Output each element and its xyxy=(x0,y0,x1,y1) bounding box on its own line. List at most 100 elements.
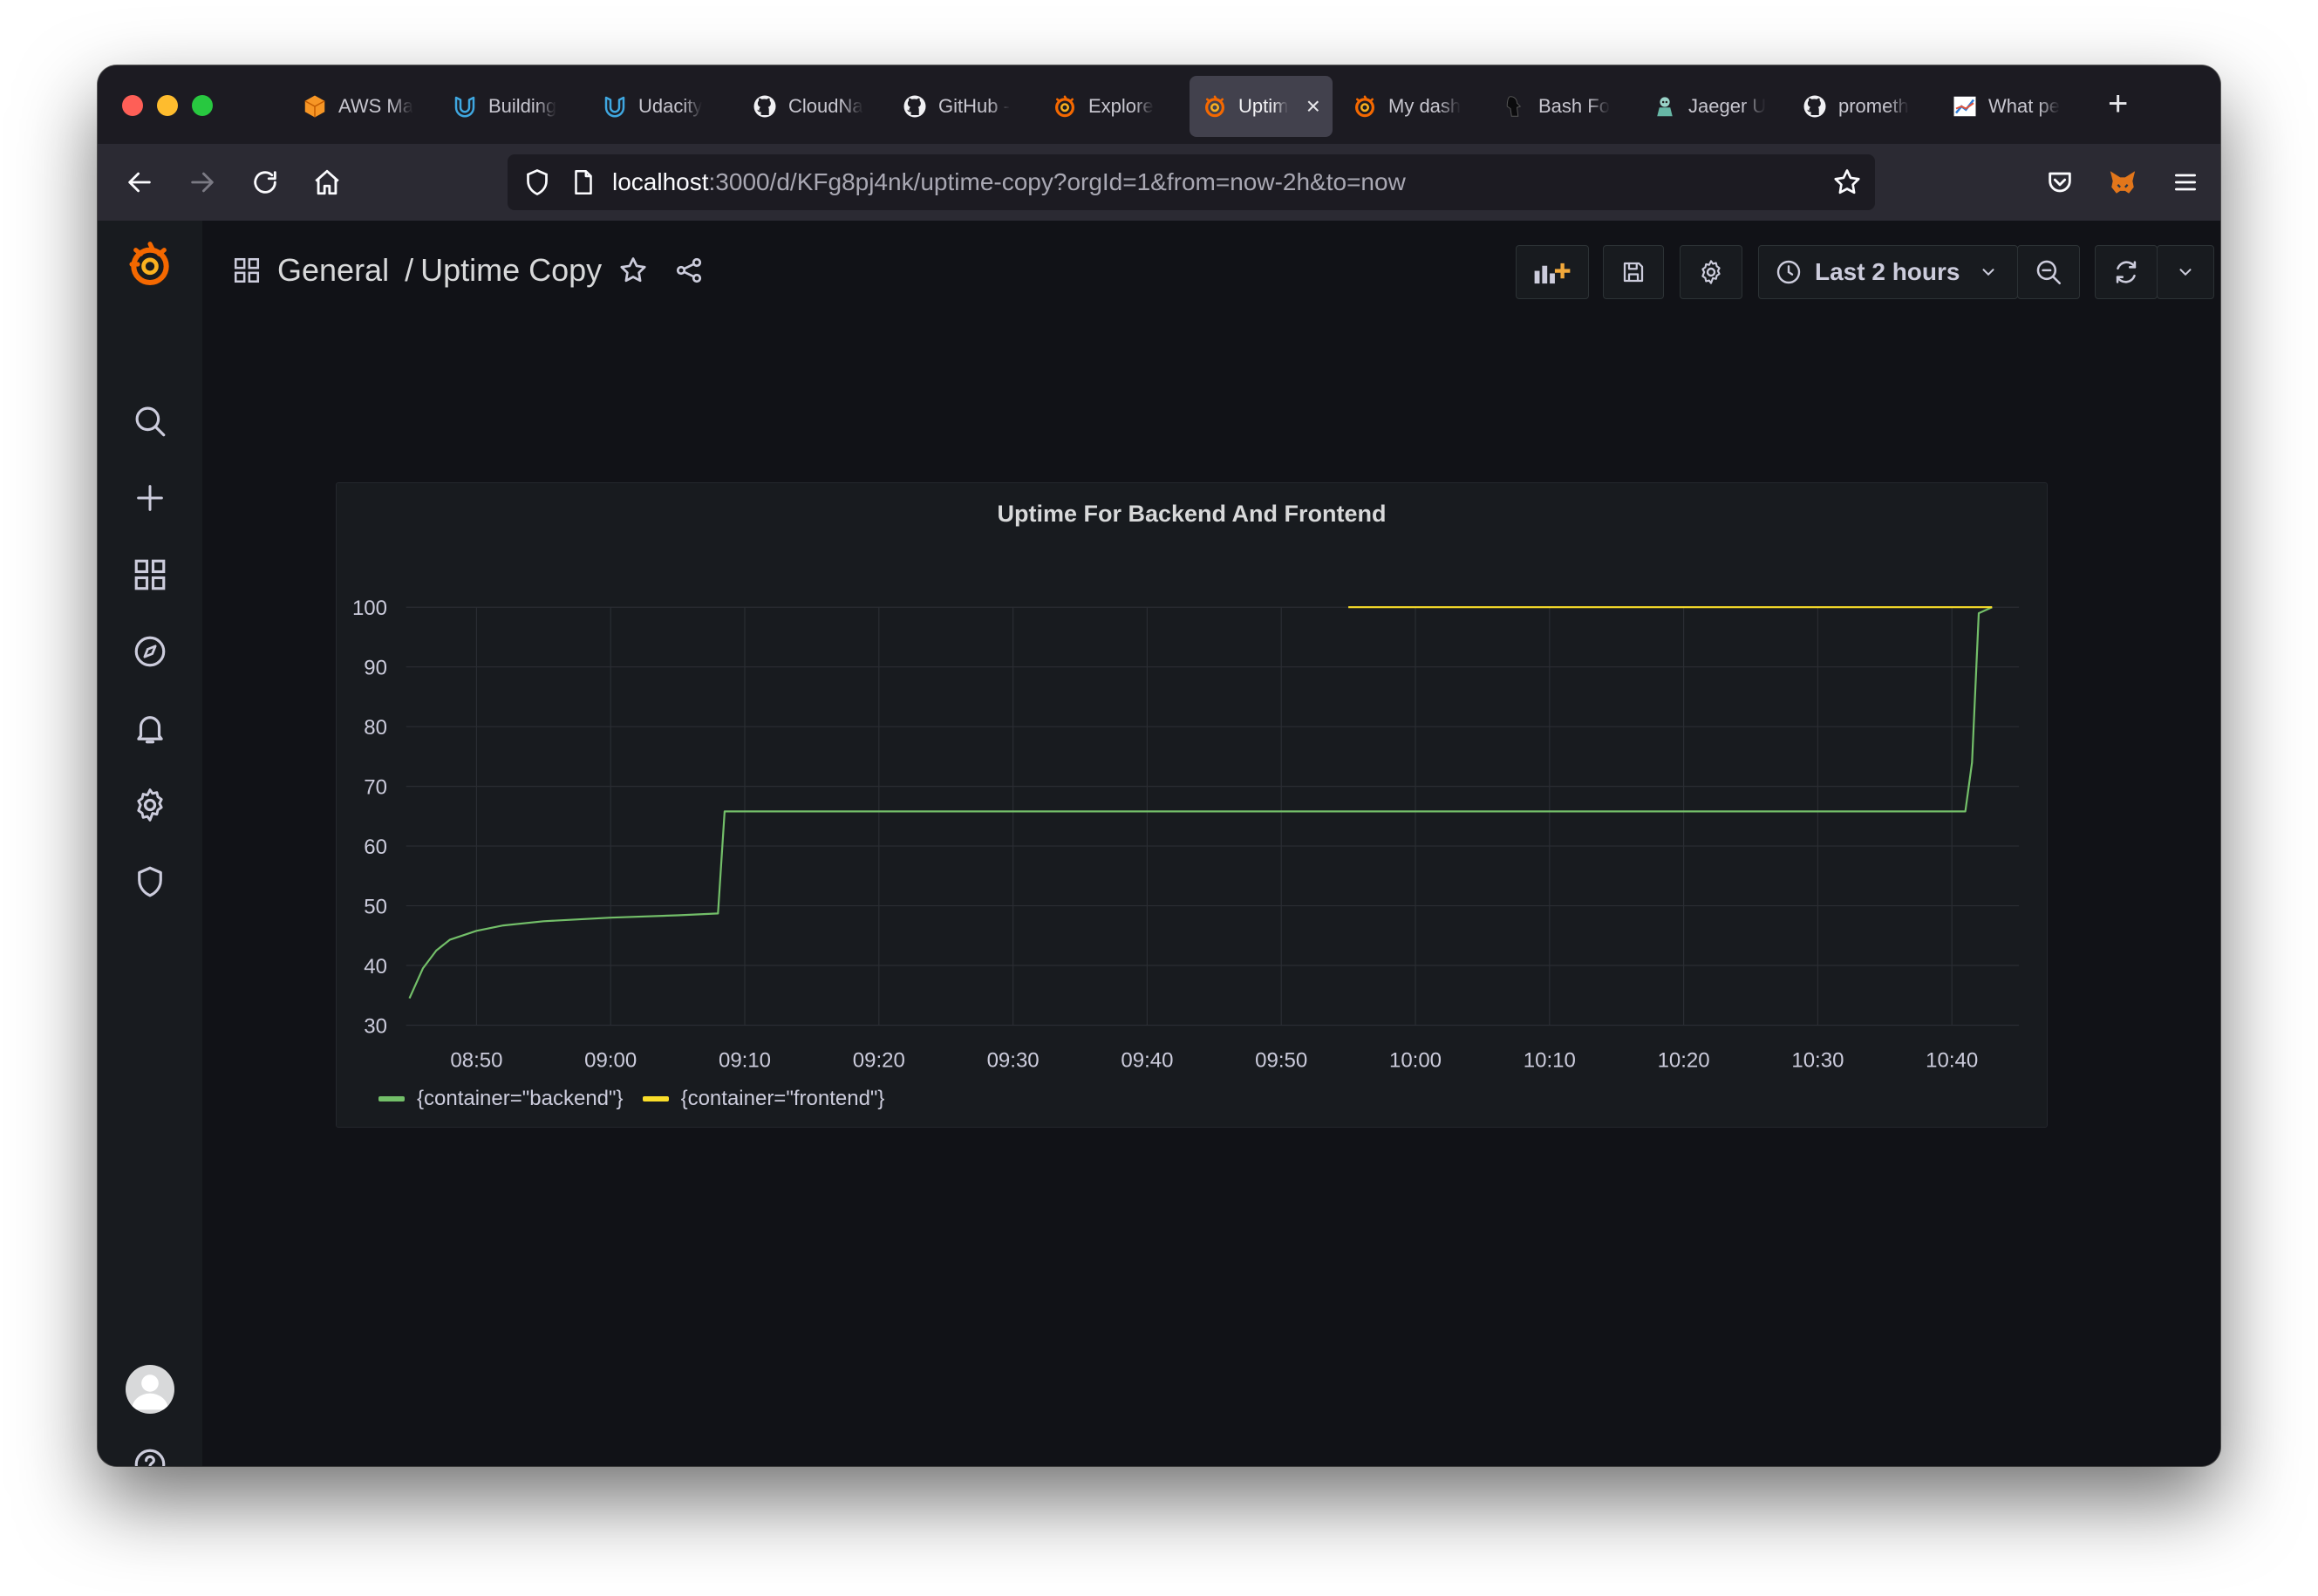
uptime-line-chart[interactable]: 100 90 80 70 60 50 40 30 08:50 09:00 09:10 09:20 09:… xyxy=(337,483,2049,1129)
user-avatar[interactable] xyxy=(126,1365,174,1414)
x-tick-label: 10:20 xyxy=(1658,1048,1710,1072)
explore-compass-icon[interactable] xyxy=(129,631,171,672)
breadcrumb: General / Uptime Copy xyxy=(232,249,705,292)
app-menu-button[interactable] xyxy=(2166,163,2205,201)
x-tick-label: 09:00 xyxy=(584,1048,637,1072)
browser-tab[interactable]: What pe xyxy=(1940,76,2083,137)
y-tick-label: 60 xyxy=(364,836,387,859)
server-admin-shield-icon[interactable] xyxy=(129,861,171,903)
browser-window: AWS Ma Building Udacity CloudNa GitHub - Expl… xyxy=(98,65,2220,1466)
y-tick-label: 100 xyxy=(352,597,387,620)
search-icon[interactable] xyxy=(129,400,171,442)
x-tick-label: 10:40 xyxy=(1926,1048,1978,1072)
back-button[interactable] xyxy=(120,163,159,201)
url-host: localhost xyxy=(612,168,709,195)
legend-swatch-frontend xyxy=(642,1096,669,1102)
save-dashboard-button[interactable] xyxy=(1603,245,1664,299)
browser-tab[interactable]: AWS Ma xyxy=(290,76,433,137)
chart-legend: {container="backend"} {container="fronte… xyxy=(378,1087,903,1111)
folder-link[interactable]: General xyxy=(277,252,389,289)
legend-swatch-backend xyxy=(378,1096,405,1102)
x-tick-label: 09:20 xyxy=(853,1048,905,1072)
x-tick-label: 10:10 xyxy=(1524,1048,1576,1072)
browser-tab[interactable]: CloudNa xyxy=(740,76,883,137)
dashboard-settings-button[interactable] xyxy=(1680,245,1742,299)
browser-tab[interactable]: Jaeger U xyxy=(1640,76,1783,137)
bookmark-star-icon[interactable] xyxy=(1831,167,1863,202)
refresh-icon xyxy=(2116,261,2137,283)
page-title[interactable]: Uptime Copy xyxy=(420,252,602,289)
graph-panel[interactable]: Uptime For Backend And Frontend 100 90 80 7… xyxy=(336,482,2048,1128)
close-window-button[interactable] xyxy=(122,95,143,116)
browser-tab[interactable]: Udacity xyxy=(590,76,733,137)
refresh-interval-dropdown[interactable] xyxy=(2157,245,2214,299)
time-range-picker[interactable]: Last 2 hours xyxy=(1758,245,2018,299)
add-panel-icon xyxy=(1534,263,1571,284)
url-path: :3000/d/KFg8pj4nk/uptime-copy?orgId=1&fr… xyxy=(708,168,1406,195)
pocket-icon xyxy=(2049,172,2071,193)
legend-item-frontend[interactable]: {container="frontend"} xyxy=(642,1087,885,1111)
dashboards-grid-icon[interactable] xyxy=(129,554,171,596)
alerting-bell-icon[interactable] xyxy=(129,707,171,749)
reload-icon xyxy=(254,171,276,194)
help-question-icon[interactable] xyxy=(129,1443,171,1466)
grafana-logo-icon[interactable] xyxy=(124,238,176,290)
aws-cube-icon xyxy=(302,93,328,119)
browser-tab[interactable]: Uptim × xyxy=(1190,76,1333,137)
tracking-shield-icon[interactable] xyxy=(522,167,553,202)
x-tick-label: 10:00 xyxy=(1389,1048,1442,1072)
new-tab-button[interactable]: + xyxy=(2108,85,2128,123)
forward-button[interactable] xyxy=(183,163,222,201)
y-tick-label: 50 xyxy=(364,896,387,919)
browser-tab[interactable]: prometh xyxy=(1790,76,1933,137)
pocket-button[interactable] xyxy=(2041,163,2079,201)
reload-button[interactable] xyxy=(246,163,284,201)
save-icon xyxy=(1623,262,1644,283)
url-text[interactable]: localhost:3000/d/KFg8pj4nk/uptime-copy?o… xyxy=(612,154,1406,210)
arrow-left-icon xyxy=(128,172,151,193)
tab-list: AWS Ma Building Udacity CloudNa GitHub - Expl… xyxy=(290,74,2090,139)
close-tab-icon[interactable]: × xyxy=(1306,92,1320,120)
create-plus-icon[interactable] xyxy=(129,477,171,519)
browser-tab[interactable]: GitHub - xyxy=(890,76,1033,137)
browser-tab[interactable]: Building xyxy=(440,76,583,137)
y-tick-label: 30 xyxy=(364,1014,387,1038)
grafana-sidebar xyxy=(98,221,203,1466)
y-tick-label: 80 xyxy=(364,716,387,740)
browser-tab[interactable]: Bash Fo xyxy=(1490,76,1633,137)
browser-tab[interactable]: My dash xyxy=(1340,76,1483,137)
minimize-window-button[interactable] xyxy=(157,95,178,116)
x-tick-label: 10:30 xyxy=(1791,1048,1844,1072)
github-icon xyxy=(1802,93,1828,119)
tab-label: CloudNa xyxy=(788,95,863,117)
metamask-extension-button[interactable] xyxy=(2103,163,2142,201)
legend-label-backend: {container="backend"} xyxy=(417,1087,624,1110)
bash-icon xyxy=(1502,93,1528,119)
arrow-right-icon xyxy=(191,172,214,193)
zoom-window-button[interactable] xyxy=(192,95,213,116)
x-tick-label: 09:40 xyxy=(1121,1048,1173,1072)
tab-label: Udacity xyxy=(638,95,703,117)
browser-tab[interactable]: Explore xyxy=(1040,76,1183,137)
add-panel-button[interactable] xyxy=(1516,245,1589,299)
favorite-star-icon[interactable] xyxy=(617,255,649,286)
github-icon xyxy=(902,93,928,119)
legend-item-backend[interactable]: {container="backend"} xyxy=(378,1087,624,1111)
refresh-button[interactable] xyxy=(2095,245,2158,299)
zoom-out-button[interactable] xyxy=(2017,245,2080,299)
share-icon[interactable] xyxy=(673,255,705,286)
page-info-icon[interactable] xyxy=(569,167,598,202)
udacity-icon xyxy=(452,93,478,119)
chevron-down-icon xyxy=(1982,269,1994,276)
address-bar[interactable]: localhost:3000/d/KFg8pj4nk/uptime-copy?o… xyxy=(508,154,1875,210)
configuration-gear-icon[interactable] xyxy=(129,784,171,826)
navigation-bar: localhost:3000/d/KFg8pj4nk/uptime-copy?o… xyxy=(98,144,2220,222)
tab-label: Bash Fo xyxy=(1538,95,1610,117)
zoom-out-icon xyxy=(2036,260,2062,285)
legend-label-frontend: {container="frontend"} xyxy=(680,1087,885,1110)
time-range-label: Last 2 hours xyxy=(1815,258,1960,285)
chart-thumb-icon xyxy=(1952,93,1978,119)
home-button[interactable] xyxy=(308,163,346,201)
tab-label: prometh xyxy=(1838,95,1909,117)
x-tick-label: 08:50 xyxy=(450,1048,502,1072)
